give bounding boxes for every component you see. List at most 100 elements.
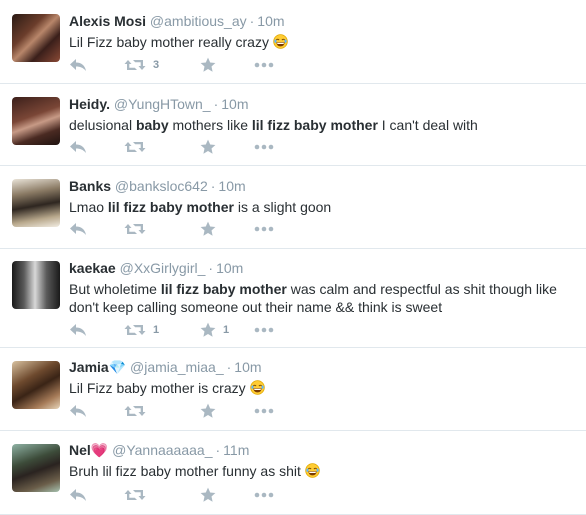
tweet-text: Lil Fizz baby mother really crazy [69,33,580,51]
tweet[interactable]: kaekae @XxGirlygirl_ · 10m But wholetime li… [0,249,586,348]
reply-icon [69,140,87,154]
more-icon [254,327,274,333]
timestamp[interactable]: 10m [221,96,248,112]
more-button[interactable] [254,137,274,157]
text-fragment: was calm and respectful as shit though l… [286,281,557,297]
retweet-button[interactable] [124,219,153,239]
reply-button[interactable] [69,55,87,75]
retweet-icon [124,58,146,72]
favorite-button[interactable] [200,401,223,421]
tweet-actions [69,485,369,505]
timestamp[interactable]: 10m [218,178,245,194]
tweet-actions [69,219,369,239]
separator-dot: · [215,442,221,458]
display-name[interactable]: Jamia💎 [69,359,126,375]
search-highlight: baby [135,117,169,133]
avatar[interactable] [12,97,60,145]
tweet-actions: 11 [69,320,369,340]
tweet-header: Alexis Mosi @ambitious_ay · 10m [69,12,580,30]
favorite-button[interactable] [200,137,223,157]
tweet-feed: Alexis Mosi @ambitious_ay · 10m Lil Fizz ba… [0,0,586,515]
retweet-button[interactable] [124,485,153,505]
text-fragment: Lil Fizz baby mother really crazy [69,34,273,50]
avatar[interactable] [12,261,60,309]
avatar[interactable] [12,14,60,62]
tears-of-joy-emoji-icon [273,34,288,50]
tweet-header: Banks @banksloc642 · 10m [69,177,580,195]
text-fragment: Lmao [69,199,108,215]
star-icon [200,403,216,419]
timestamp[interactable]: 10m [216,260,243,276]
tweet-actions: 3 [69,55,369,75]
text-fragment: delusional [69,117,136,133]
star-icon [200,221,216,237]
more-button[interactable] [254,55,274,75]
timestamp[interactable]: 11m [223,442,249,458]
tweet[interactable]: Jamia💎 @jamia_miaa_ · 10m Lil Fizz baby mot… [0,348,586,431]
favorite-button[interactable] [200,55,223,75]
reply-button[interactable] [69,219,87,239]
user-handle[interactable]: @XxGirlygirl_ [120,260,206,276]
reply-button[interactable] [69,401,87,421]
reply-icon [69,222,87,236]
user-handle[interactable]: @jamia_miaa_ [130,359,224,375]
reply-icon [69,323,87,337]
retweet-icon [124,488,146,502]
display-name[interactable]: kaekae [69,260,116,276]
more-button[interactable] [254,320,274,340]
more-button[interactable] [254,485,274,505]
search-highlight: lil fizz baby mother [251,117,378,133]
reply-button[interactable] [69,137,87,157]
retweet-button[interactable] [124,401,153,421]
favorite-button[interactable] [200,219,223,239]
tweet[interactable]: Banks @banksloc642 · 10m Lmao lil fizz baby… [0,166,586,249]
text-fragment: Bruh lil fizz baby mother funny as shit [69,463,305,479]
user-handle[interactable]: @Yannaaaaaa_ [112,442,212,458]
avatar[interactable] [12,444,60,492]
more-button[interactable] [254,401,274,421]
retweet-button[interactable]: 1 [124,320,159,340]
display-name[interactable]: Heidy. [69,96,110,112]
tears-of-joy-emoji-icon [249,380,265,396]
retweet-count: 1 [153,324,160,336]
retweet-button[interactable]: 3 [124,55,159,75]
display-name[interactable]: Nel💗 [69,442,108,458]
separator-dot: · [249,13,255,29]
search-highlight: lil fizz baby mother [107,199,234,215]
reply-button[interactable] [69,320,87,340]
retweet-icon [124,140,146,154]
reply-button[interactable] [69,485,87,505]
more-icon [254,62,274,68]
tweet-text: delusional baby mothers like lil fizz ba… [69,116,580,134]
user-handle[interactable]: @YungHTown_ [114,96,211,112]
text-fragment: Lil Fizz baby mother is crazy [69,380,250,396]
timestamp[interactable]: 10m [257,13,284,29]
reply-icon [69,404,87,418]
tweet-text: Lil Fizz baby mother is crazy [69,379,580,397]
star-icon [200,57,216,73]
user-handle[interactable]: @ambitious_ay [150,13,247,29]
avatar[interactable] [12,361,60,409]
more-button[interactable] [254,219,274,239]
favorite-count: 1 [223,324,230,336]
text-fragment: I can't deal with [377,117,478,133]
timestamp[interactable]: 10m [234,359,261,375]
search-highlight: lil fizz baby mother [160,281,287,297]
retweet-button[interactable] [124,137,153,157]
display-name[interactable]: Banks [69,178,111,194]
display-name[interactable]: Alexis Mosi [69,13,146,29]
avatar[interactable] [12,179,60,227]
user-handle[interactable]: @banksloc642 [115,178,208,194]
star-icon [200,487,216,503]
favorite-button[interactable] [200,485,223,505]
separator-dot: · [210,178,216,194]
separator-dot: · [208,260,214,276]
tweet-actions [69,401,369,421]
favorite-button[interactable]: 1 [200,320,229,340]
tweet[interactable]: Alexis Mosi @ambitious_ay · 10m Lil Fizz ba… [0,0,586,84]
tears-of-joy-emoji-icon [305,463,320,479]
tweet[interactable]: Heidy. @YungHTown_ · 10m delusional baby mo… [0,84,586,166]
separator-dot: · [213,96,219,112]
retweet-icon [124,323,146,337]
tweet[interactable]: Nel💗 @Yannaaaaaa_ · 11m Bruh lil fizz baby … [0,431,586,515]
